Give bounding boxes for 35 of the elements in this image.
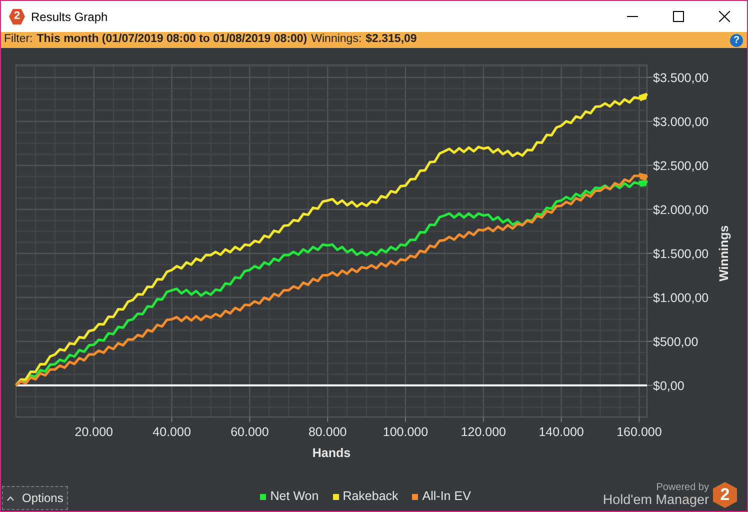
powered-by-text: Powered by xyxy=(656,482,709,494)
product-logo: 2 xyxy=(713,482,737,508)
axis-tick-label: 40.000 xyxy=(152,425,191,439)
filter-value: This month (01/07/2019 08:00 to 01/08/2019 08:00) xyxy=(36,32,308,48)
axis-title: Hands xyxy=(312,446,351,460)
axis-tick-label: 160.000 xyxy=(616,425,662,439)
axis-tick-label: $3.000,00 xyxy=(653,114,709,129)
options-button[interactable]: Options xyxy=(2,486,68,510)
legend-label: All-In EV xyxy=(422,488,471,506)
axis-title: Winnings xyxy=(717,225,731,282)
close-icon xyxy=(718,11,730,22)
legend-label: Net Won xyxy=(270,488,319,506)
axis-tick-label: $3.500,00 xyxy=(653,70,709,85)
axis-tick-label: 140.000 xyxy=(538,425,584,439)
axis-tick-label: $2.000,00 xyxy=(653,202,709,217)
winnings-value: $2.315,09 xyxy=(366,32,417,48)
axis-tick-label: 80.000 xyxy=(308,425,347,439)
chevron-up-icon xyxy=(7,496,14,500)
axis-tick-label: $500,00 xyxy=(653,334,698,349)
axis-tick-label: 20.000 xyxy=(74,425,114,439)
axis-tick-label: $1.000,00 xyxy=(653,290,709,305)
axis-tick-label: $2.500,00 xyxy=(653,158,709,173)
axis-tick-label: $1.500,00 xyxy=(653,246,709,261)
help-icon[interactable]: ? xyxy=(730,34,743,46)
product-name: Hold'em Manager xyxy=(602,493,709,508)
axis-tick-label: 60.000 xyxy=(230,425,269,439)
winnings-label: Winnings: xyxy=(311,32,362,48)
legend-label: Rakeback xyxy=(342,488,398,506)
axis-tick-label: 100.000 xyxy=(382,425,428,439)
app-logo: 2 xyxy=(9,8,25,24)
filter-label: Filter: xyxy=(4,32,33,48)
axis-tick-label: 120.000 xyxy=(460,425,506,439)
maximize-icon xyxy=(672,11,684,22)
window-title: Results Graph xyxy=(31,8,108,26)
axis-tick-label: $0,00 xyxy=(653,378,684,393)
